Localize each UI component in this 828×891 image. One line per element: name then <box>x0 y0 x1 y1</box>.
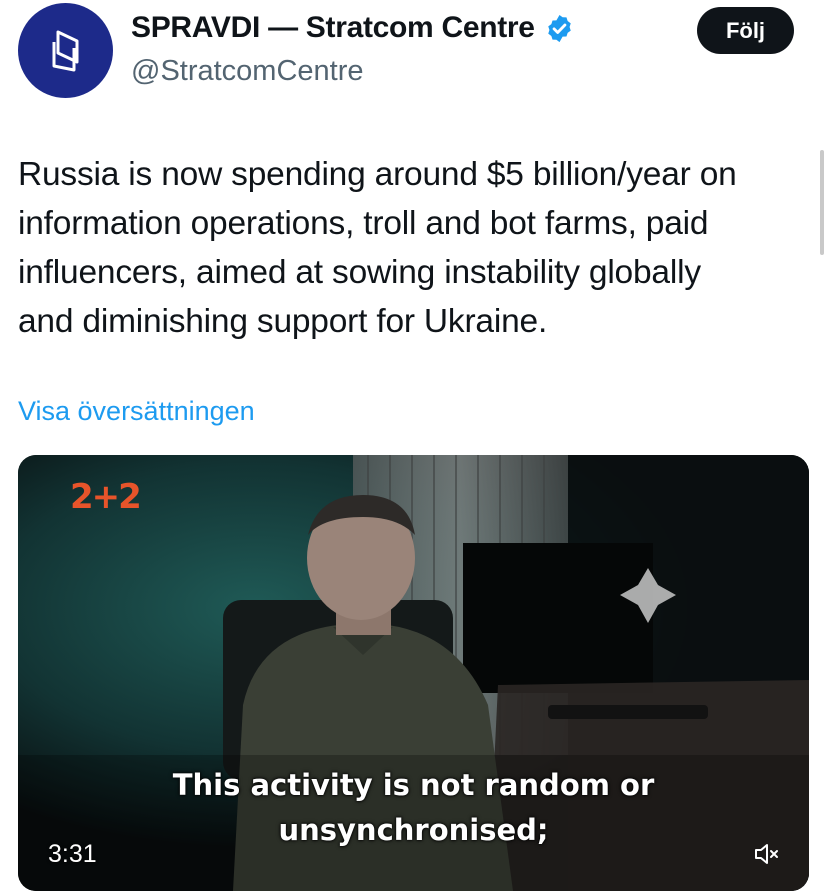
avatar[interactable] <box>18 3 113 98</box>
author-name-text: SPRAVDI — Stratcom Centre <box>131 11 535 44</box>
spravdi-logo-icon <box>52 30 78 71</box>
tweet-text-line: and diminishing support for Ukraine. <box>18 303 548 340</box>
channel-logo: 2+2 <box>70 477 142 517</box>
tweet-text-line: influencers, aimed at sowing instability… <box>18 254 701 291</box>
author-handle[interactable]: @StratcomCentre <box>131 55 364 88</box>
tweet-text-line: information operations, troll and bot fa… <box>18 205 709 242</box>
video-subtitle: This activity is not random or unsynchro… <box>18 763 809 853</box>
video-player[interactable]: 2+2 This activity is not random or unsyn… <box>18 455 809 891</box>
verified-badge-icon <box>544 13 575 44</box>
subtitle-line: unsynchronised; <box>278 813 549 847</box>
subtitle-line: This activity is not random or <box>172 768 655 802</box>
video-duration: 3:31 <box>48 840 97 868</box>
mute-button[interactable] <box>748 836 784 872</box>
scrollbar[interactable] <box>820 150 824 255</box>
follow-button[interactable]: Följ <box>697 7 794 54</box>
author-display-name[interactable]: SPRAVDI — Stratcom Centre <box>131 11 575 45</box>
speaker-muted-icon <box>755 844 778 864</box>
tweet-text-line: Russia is now spending around $5 billion… <box>18 156 737 193</box>
tweet-text: Russia is now spending around $5 billion… <box>18 150 818 346</box>
show-translation-link[interactable]: Visa översättningen <box>18 396 255 427</box>
